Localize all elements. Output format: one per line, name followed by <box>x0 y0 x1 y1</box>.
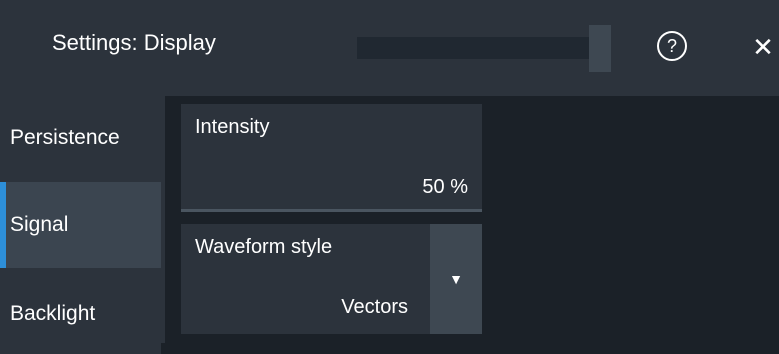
help-button[interactable]: ? <box>657 31 687 61</box>
waveform-style-value: Vectors <box>341 296 408 318</box>
help-circle-icon: ? <box>666 36 677 56</box>
active-tab-indicator <box>0 182 6 268</box>
field-underline <box>181 209 482 212</box>
tab-label: Backlight <box>10 302 96 325</box>
tab-label: Persistence <box>10 126 120 149</box>
tab-label: Signal <box>10 213 69 236</box>
dialog-title: Settings: Display <box>52 30 216 55</box>
dialog-titlebar: Settings: Display ? ✕ <box>0 0 779 96</box>
waveform-style-dropdown-button[interactable]: ▼ <box>430 224 482 334</box>
waveform-style-label: Waveform style <box>195 236 333 258</box>
chevron-down-icon: ▼ <box>449 271 463 287</box>
sidebar-divider <box>161 96 165 343</box>
tab-signal[interactable]: Signal <box>0 182 161 268</box>
close-button[interactable]: ✕ <box>747 30 779 64</box>
settings-sidebar: Persistence Signal Backlight <box>0 96 161 354</box>
transparency-slider-track[interactable] <box>357 37 589 59</box>
transparency-slider-thumb[interactable] <box>589 25 611 72</box>
close-icon: ✕ <box>752 32 774 62</box>
tab-backlight[interactable]: Backlight <box>0 268 161 354</box>
intensity-value: 50 % <box>422 176 468 198</box>
tab-persistence[interactable]: Persistence <box>0 96 161 182</box>
intensity-field[interactable]: Intensity 50 % <box>181 104 482 212</box>
intensity-label: Intensity <box>195 116 270 138</box>
waveform-style-field[interactable]: Waveform style Vectors <box>181 224 430 334</box>
